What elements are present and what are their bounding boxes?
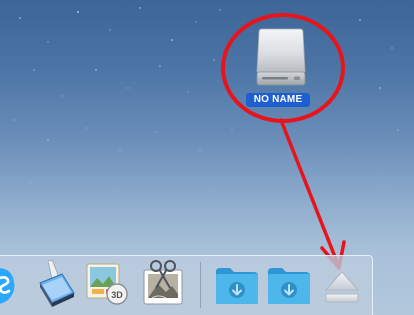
image-capture-scanner-icon[interactable] xyxy=(30,257,76,309)
photo-editor-icon[interactable] xyxy=(140,258,188,308)
desktop[interactable]: NO NAME 3D xyxy=(0,0,414,315)
dock-separator xyxy=(200,262,201,308)
external-drive-icon[interactable] xyxy=(252,28,310,88)
preview-3d-icon[interactable]: 3D xyxy=(83,260,131,308)
skype-icon[interactable] xyxy=(0,262,16,308)
downloads-stack-icon[interactable] xyxy=(266,264,312,306)
svg-text:3D: 3D xyxy=(111,290,123,300)
drive-label[interactable]: NO NAME xyxy=(246,93,310,107)
eject-icon[interactable] xyxy=(322,268,362,308)
downloads-folder-icon[interactable] xyxy=(214,264,260,306)
